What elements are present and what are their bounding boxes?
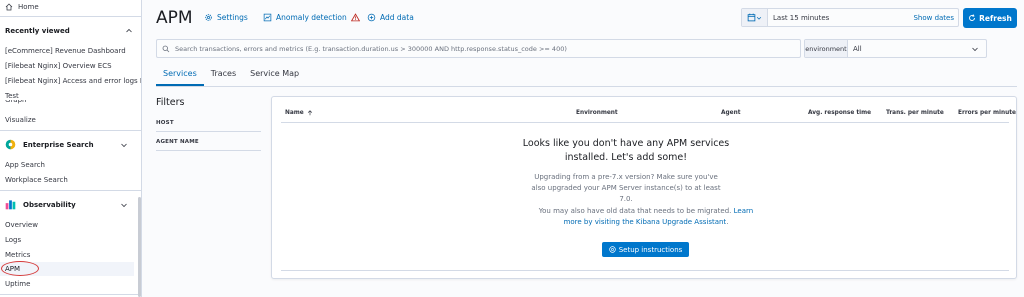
environment-label: environment: [805, 40, 848, 57]
date-picker[interactable]: Last 15 minutes Show dates: [741, 8, 959, 27]
divider: [0, 16, 141, 17]
home-label: Home: [18, 3, 39, 11]
filter-divider: [156, 150, 261, 151]
chevron-down-icon: [756, 16, 762, 20]
home-link[interactable]: Home: [5, 3, 39, 11]
header-divider: [281, 122, 1009, 123]
setup-label: Setup instructions: [618, 245, 683, 254]
app-search-item[interactable]: App Search: [5, 161, 45, 169]
refresh-button[interactable]: Refresh: [963, 8, 1017, 28]
gear-icon: [205, 14, 212, 21]
tab-traces[interactable]: Traces: [204, 66, 243, 86]
anomaly-detection-link[interactable]: Anomaly detection: [263, 13, 360, 22]
divider: [0, 294, 141, 295]
tabs-divider: [156, 86, 1017, 87]
empty-state-title: Looks like you don't have any APM servic…: [522, 138, 730, 163]
calendar-icon: [747, 13, 756, 22]
observability-logo-icon: [5, 200, 16, 210]
services-table-panel: Name Environment Agent Avg. response tim…: [271, 96, 1017, 279]
table-bottom-divider: [281, 270, 1009, 271]
recent-item[interactable]: Test: [5, 92, 19, 100]
add-data-label: Add data: [380, 13, 414, 22]
help-icon: [609, 246, 616, 253]
column-header-environment[interactable]: Environment: [576, 110, 618, 116]
uptime-item[interactable]: Uptime: [5, 280, 30, 288]
migrate-text: You may also have old data that needs to…: [538, 207, 732, 215]
tab-services[interactable]: Services: [156, 66, 204, 86]
search-icon: [162, 45, 170, 53]
filter-agent-name[interactable]: AGENT NAME: [156, 139, 261, 145]
setup-instructions-button[interactable]: Setup instructions: [602, 242, 689, 257]
column-header-name[interactable]: Name: [285, 110, 313, 116]
chevron-up-icon[interactable]: [125, 27, 133, 35]
ml-job-icon: [263, 13, 272, 22]
settings-label: Settings: [217, 13, 248, 22]
upgrade-text: Upgrading from a pre-7.x version? Make s…: [531, 173, 721, 203]
recent-item[interactable]: [Filebeat Nginx] Overview ECS: [5, 62, 112, 70]
column-header-trans-per-minute[interactable]: Trans. per minute: [886, 110, 944, 116]
side-navigation: Home Recently viewed [eCommerce] Revenue…: [0, 0, 142, 297]
chevron-down-icon: [972, 47, 978, 52]
visualize-item[interactable]: Visualize: [5, 116, 36, 124]
migrate-paragraph: You may also have old data that needs to…: [538, 207, 754, 226]
enterprise-search-group[interactable]: Enterprise Search: [0, 131, 141, 161]
show-dates-link[interactable]: Show dates: [913, 14, 954, 22]
column-header-avg-response[interactable]: Avg. response time: [808, 110, 871, 116]
annotation-circle: [1, 261, 39, 276]
observability-title: Observability: [23, 201, 76, 209]
enterprise-search-title: Enterprise Search: [23, 141, 94, 149]
logs-item[interactable]: Logs: [5, 236, 21, 244]
anomaly-label: Anomaly detection: [276, 13, 347, 22]
environment-select[interactable]: environment All: [804, 39, 987, 58]
tab-service-map[interactable]: Service Map: [243, 66, 306, 86]
recently-viewed-title[interactable]: Recently viewed: [5, 27, 70, 35]
refresh-icon: [969, 14, 976, 21]
overview-item[interactable]: Overview: [5, 221, 38, 229]
tab-bar: Services Traces Service Map: [156, 66, 306, 86]
settings-link[interactable]: Settings: [204, 13, 248, 22]
column-name-label: Name: [285, 110, 304, 116]
home-icon: [5, 3, 13, 11]
add-data-link[interactable]: Add data: [367, 13, 414, 22]
alert-icon: [350, 13, 360, 22]
recent-item[interactable]: [Filebeat Nginx] Access and error logs E…: [5, 77, 141, 85]
date-range-text: Last 15 minutes: [773, 14, 830, 22]
chevron-down-icon: [121, 203, 127, 208]
workplace-search-item[interactable]: Workplace Search: [5, 176, 68, 184]
graph-item-cut[interactable]: Graph: [5, 100, 26, 105]
column-header-errors-per-minute[interactable]: Errors per minute: [958, 110, 1016, 116]
search-placeholder: Search transactions, errors and metrics …: [175, 45, 567, 53]
quick-menu-button[interactable]: [742, 9, 768, 26]
column-header-agent[interactable]: Agent: [721, 110, 740, 116]
sort-up-icon: [307, 110, 312, 116]
enterprise-search-logo-icon: [5, 139, 16, 150]
filters-title: Filters: [156, 97, 185, 108]
sidebar-scrollbar[interactable]: [138, 197, 141, 297]
search-input[interactable]: Search transactions, errors and metrics …: [156, 39, 801, 58]
filter-host[interactable]: HOST: [156, 120, 261, 126]
observability-group[interactable]: Observability: [0, 191, 141, 221]
recent-item[interactable]: [eCommerce] Revenue Dashboard: [5, 47, 126, 55]
refresh-label: Refresh: [979, 13, 1012, 23]
metrics-item[interactable]: Metrics: [5, 251, 30, 259]
chevron-down-icon: [121, 143, 127, 148]
filter-divider: [156, 131, 261, 132]
plus-circle-icon: [367, 13, 376, 22]
environment-value: All: [853, 45, 862, 53]
page-title: APM: [156, 8, 193, 28]
